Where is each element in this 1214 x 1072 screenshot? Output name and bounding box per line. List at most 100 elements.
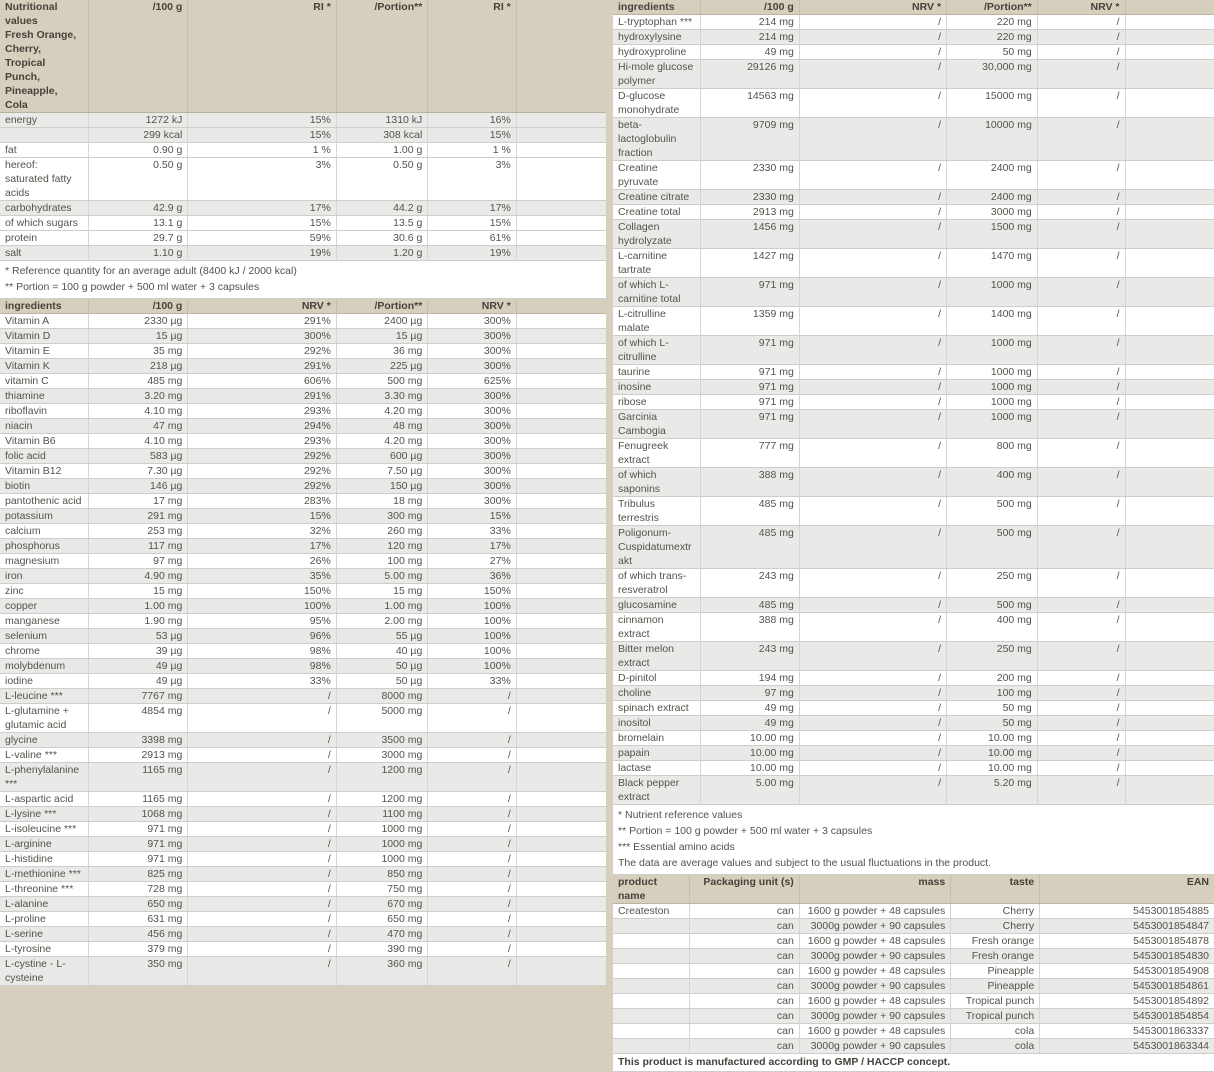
cell-filler	[516, 246, 606, 261]
cell: 15%	[188, 113, 336, 128]
cell: salt	[0, 246, 88, 261]
cell: L-aspartic acid	[0, 792, 88, 807]
cell: /	[1037, 671, 1125, 686]
cell: /	[1037, 278, 1125, 307]
cell	[613, 919, 690, 934]
cell: 2400 mg	[947, 190, 1038, 205]
cell: /	[799, 336, 946, 365]
table-row: fat0.90 g1 %1.00 g1 %	[0, 143, 606, 158]
cell: 300%	[428, 329, 516, 344]
cell: 97 mg	[88, 554, 187, 569]
cell: 15 mg	[336, 584, 428, 599]
cell: 33%	[428, 524, 516, 539]
cell: 294%	[188, 419, 336, 434]
cell: cola	[951, 1039, 1040, 1054]
cell: lactase	[613, 761, 701, 776]
cell: 300 mg	[336, 509, 428, 524]
cell: 15%	[188, 128, 336, 143]
cell: 150 µg	[336, 479, 428, 494]
cell: /	[188, 882, 336, 897]
cell: 3000 mg	[947, 205, 1038, 220]
cell: 10.00 mg	[947, 731, 1038, 746]
cell: 1600 g powder + 48 capsules	[799, 994, 950, 1009]
cell: niacin	[0, 419, 88, 434]
cell: 470 mg	[336, 927, 428, 942]
cell: 17 mg	[88, 494, 187, 509]
cell: 825 mg	[88, 867, 187, 882]
cell: 5.00 mg	[336, 569, 428, 584]
cell: 2330 mg	[701, 190, 800, 205]
cell: ribose	[613, 395, 701, 410]
cell: fat	[0, 143, 88, 158]
cell: Vitamin B12	[0, 464, 88, 479]
cell: 15000 mg	[947, 89, 1038, 118]
cell: /	[799, 613, 946, 642]
cell: 1272 kJ	[88, 113, 187, 128]
cell: 300%	[428, 314, 516, 329]
table-row: Collagen hydrolyzate1456 mg/1500 mg/	[613, 220, 1214, 249]
table-row: L-leucine ***7767 mg/8000 mg/	[0, 689, 606, 704]
cell: /	[428, 822, 516, 837]
cell: 971 mg	[701, 410, 800, 439]
ingredients-table-right-grid: ingredients/100 gNRV */Portion**NRV *L-t…	[613, 0, 1214, 805]
table-row: Vitamin B64.10 mg293%4.20 mg300%	[0, 434, 606, 449]
cell-filler	[1125, 716, 1214, 731]
cell: 1100 mg	[336, 807, 428, 822]
cell: 225 µg	[336, 359, 428, 374]
cell: 100%	[428, 659, 516, 674]
cell: 485 mg	[701, 526, 800, 569]
cell: /	[799, 60, 946, 89]
table-row: L-lysine ***1068 mg/1100 mg/	[0, 807, 606, 822]
cell: 1600 g powder + 48 capsules	[799, 934, 950, 949]
cell: taurine	[613, 365, 701, 380]
cell: 49 µg	[88, 659, 187, 674]
cell: 300%	[428, 464, 516, 479]
table-row: magnesium97 mg26%100 mg27%	[0, 554, 606, 569]
cell-filler	[516, 837, 606, 852]
cell-filler	[516, 897, 606, 912]
cell: /	[799, 686, 946, 701]
cell: /	[188, 912, 336, 927]
cell: 400 mg	[947, 468, 1038, 497]
table-row: L-citrulline malate1359 mg/1400 mg/	[613, 307, 1214, 336]
cell: 2330 mg	[701, 161, 800, 190]
cell: 388 mg	[701, 613, 800, 642]
cell: 95%	[188, 614, 336, 629]
table-row: biotin146 µg292%150 µg300%	[0, 479, 606, 494]
cell: /	[1037, 497, 1125, 526]
cell: can	[690, 1039, 799, 1054]
table-row: ribose971 mg/1000 mg/	[613, 395, 1214, 410]
cell: 55 µg	[336, 629, 428, 644]
nutrition-values-table-grid: Nutritional valuesFresh Orange,Cherry, T…	[0, 0, 606, 261]
cell: 291%	[188, 389, 336, 404]
cell: 971 mg	[701, 278, 800, 307]
cell: 728 mg	[88, 882, 187, 897]
table-row: folic acid583 µg292%600 µg300%	[0, 449, 606, 464]
cell: 214 mg	[701, 15, 800, 30]
column-header: taste	[951, 875, 1040, 904]
cell-filler	[1125, 118, 1214, 161]
cell: 13.1 g	[88, 216, 187, 231]
cell-filler	[516, 554, 606, 569]
cell: /	[428, 807, 516, 822]
table-row: L-methionine ***825 mg/850 mg/	[0, 867, 606, 882]
cell: /	[428, 912, 516, 927]
table-row: Creatine total2913 mg/3000 mg/	[613, 205, 1214, 220]
table-row: can1600 g powder + 48 capsulesPineapple5…	[613, 964, 1214, 979]
cell: /	[1037, 613, 1125, 642]
cell: L-alanine	[0, 897, 88, 912]
table-row: can3000g powder + 90 capsulesFresh orang…	[613, 949, 1214, 964]
cell: 19%	[428, 246, 516, 261]
column-header: RI *	[188, 0, 336, 113]
table-row: Hi-mole glucose polymer29126 mg/30,000 m…	[613, 60, 1214, 89]
cell: /	[428, 867, 516, 882]
cell: 243 mg	[701, 642, 800, 671]
cell: can	[690, 949, 799, 964]
table-row: can3000g powder + 90 capsulesCherry54530…	[613, 919, 1214, 934]
cell: 299 kcal	[88, 128, 187, 143]
cell: 98%	[188, 659, 336, 674]
table-row: Creatine pyruvate2330 mg/2400 mg/	[613, 161, 1214, 190]
table-row: energy1272 kJ15%1310 kJ16%	[0, 113, 606, 128]
cell: /	[1037, 60, 1125, 89]
column-header: Packaging unit (s)	[690, 875, 799, 904]
